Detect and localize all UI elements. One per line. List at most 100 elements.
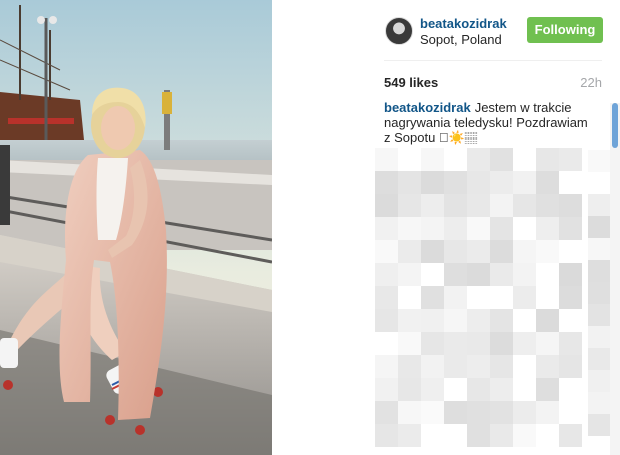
mosaic-cell bbox=[467, 148, 490, 171]
mosaic-cell bbox=[467, 171, 490, 194]
mosaic-cell bbox=[421, 355, 444, 378]
mosaic-cell bbox=[444, 240, 467, 263]
mosaic-cell bbox=[398, 355, 421, 378]
mosaic-cell bbox=[444, 263, 467, 286]
mosaic-cell bbox=[490, 217, 513, 240]
mosaic-cell bbox=[559, 263, 582, 286]
mosaic-cell bbox=[421, 286, 444, 309]
mosaic-cell bbox=[490, 309, 513, 332]
pixelated-strip bbox=[588, 150, 610, 450]
mosaic-cell bbox=[421, 217, 444, 240]
mosaic-cell bbox=[513, 401, 536, 424]
mosaic-cell bbox=[444, 194, 467, 217]
mosaic-cell bbox=[375, 194, 398, 217]
mosaic-cell bbox=[536, 309, 559, 332]
mosaic-cell bbox=[467, 401, 490, 424]
mosaic-cell bbox=[513, 171, 536, 194]
mosaic-cell bbox=[588, 304, 610, 326]
mosaic-cell bbox=[536, 171, 559, 194]
mosaic-cell bbox=[559, 217, 582, 240]
mosaic-cell bbox=[467, 309, 490, 332]
mosaic-cell bbox=[559, 332, 582, 355]
mosaic-cell bbox=[588, 348, 610, 370]
mosaic-cell bbox=[398, 171, 421, 194]
mosaic-cell bbox=[490, 378, 513, 401]
mosaic-cell bbox=[398, 401, 421, 424]
username-link[interactable]: beatakozidrak bbox=[420, 16, 507, 31]
mosaic-cell bbox=[513, 424, 536, 447]
mosaic-cell bbox=[513, 263, 536, 286]
mosaic-cell bbox=[490, 332, 513, 355]
likes-count[interactable]: 549 likes bbox=[384, 75, 438, 90]
mosaic-cell bbox=[588, 326, 610, 348]
comments-scrollbar[interactable] bbox=[610, 103, 620, 455]
mosaic-cell bbox=[490, 263, 513, 286]
scrollbar-thumb[interactable] bbox=[612, 103, 618, 148]
mosaic-cell bbox=[490, 424, 513, 447]
mosaic-cell bbox=[536, 332, 559, 355]
mosaic-cell bbox=[375, 171, 398, 194]
mosaic-cell bbox=[398, 424, 421, 447]
mosaic-cell bbox=[588, 216, 610, 238]
mosaic-cell bbox=[536, 378, 559, 401]
mosaic-cell bbox=[421, 194, 444, 217]
following-button[interactable]: Following bbox=[527, 17, 603, 43]
mosaic-cell bbox=[559, 424, 582, 447]
mosaic-cell bbox=[490, 401, 513, 424]
mosaic-cell bbox=[467, 194, 490, 217]
mosaic-cell bbox=[375, 424, 398, 447]
mosaic-cell bbox=[398, 332, 421, 355]
mosaic-cell bbox=[559, 148, 582, 171]
mosaic-cell bbox=[467, 332, 490, 355]
mosaic-cell bbox=[421, 309, 444, 332]
mosaic-cell bbox=[588, 414, 610, 436]
mosaic-cell bbox=[421, 332, 444, 355]
mosaic-cell bbox=[398, 309, 421, 332]
mosaic-cell bbox=[375, 240, 398, 263]
mosaic-cell bbox=[398, 240, 421, 263]
divider bbox=[384, 60, 602, 61]
mosaic-cell bbox=[588, 282, 610, 304]
mosaic-cell bbox=[588, 194, 610, 216]
mosaic-cell bbox=[588, 150, 610, 172]
mosaic-cell bbox=[375, 148, 398, 171]
caption: beatakozidrak Jestem w trakcie nagrywania… bbox=[384, 100, 594, 145]
mosaic-cell bbox=[444, 332, 467, 355]
mosaic-cell bbox=[513, 286, 536, 309]
mosaic-cell bbox=[421, 171, 444, 194]
mosaic-cell bbox=[513, 194, 536, 217]
mosaic-cell bbox=[375, 217, 398, 240]
post-photo[interactable] bbox=[0, 0, 272, 455]
mosaic-cell bbox=[421, 378, 444, 401]
avatar[interactable] bbox=[385, 17, 413, 45]
mosaic-cell bbox=[588, 370, 610, 392]
mosaic-cell bbox=[536, 148, 559, 171]
mosaic-cell bbox=[444, 309, 467, 332]
mosaic-cell bbox=[490, 194, 513, 217]
post-header: beatakozidrak Sopot, Poland Following bbox=[272, 0, 620, 60]
mosaic-cell bbox=[375, 355, 398, 378]
mosaic-cell bbox=[444, 171, 467, 194]
mosaic-cell bbox=[398, 263, 421, 286]
mosaic-cell bbox=[490, 240, 513, 263]
location-link[interactable]: Sopot, Poland bbox=[420, 32, 502, 47]
mosaic-cell bbox=[375, 309, 398, 332]
mosaic-cell bbox=[467, 424, 490, 447]
mosaic-cell bbox=[536, 355, 559, 378]
caption-username[interactable]: beatakozidrak bbox=[384, 100, 471, 115]
post-side-panel: beatakozidrak Sopot, Poland Following 54… bbox=[272, 0, 620, 455]
mosaic-cell bbox=[375, 378, 398, 401]
mosaic-cell bbox=[536, 240, 559, 263]
mosaic-cell bbox=[588, 260, 610, 282]
mosaic-cell bbox=[444, 286, 467, 309]
mosaic-cell bbox=[375, 263, 398, 286]
mosaic-cell bbox=[588, 392, 610, 414]
mosaic-cell bbox=[513, 332, 536, 355]
mosaic-cell bbox=[444, 217, 467, 240]
mosaic-cell bbox=[467, 240, 490, 263]
mosaic-cell bbox=[421, 240, 444, 263]
mosaic-cell bbox=[536, 401, 559, 424]
post-timestamp[interactable]: 22h bbox=[580, 75, 602, 90]
mosaic-cell bbox=[421, 401, 444, 424]
mosaic-cell bbox=[467, 378, 490, 401]
